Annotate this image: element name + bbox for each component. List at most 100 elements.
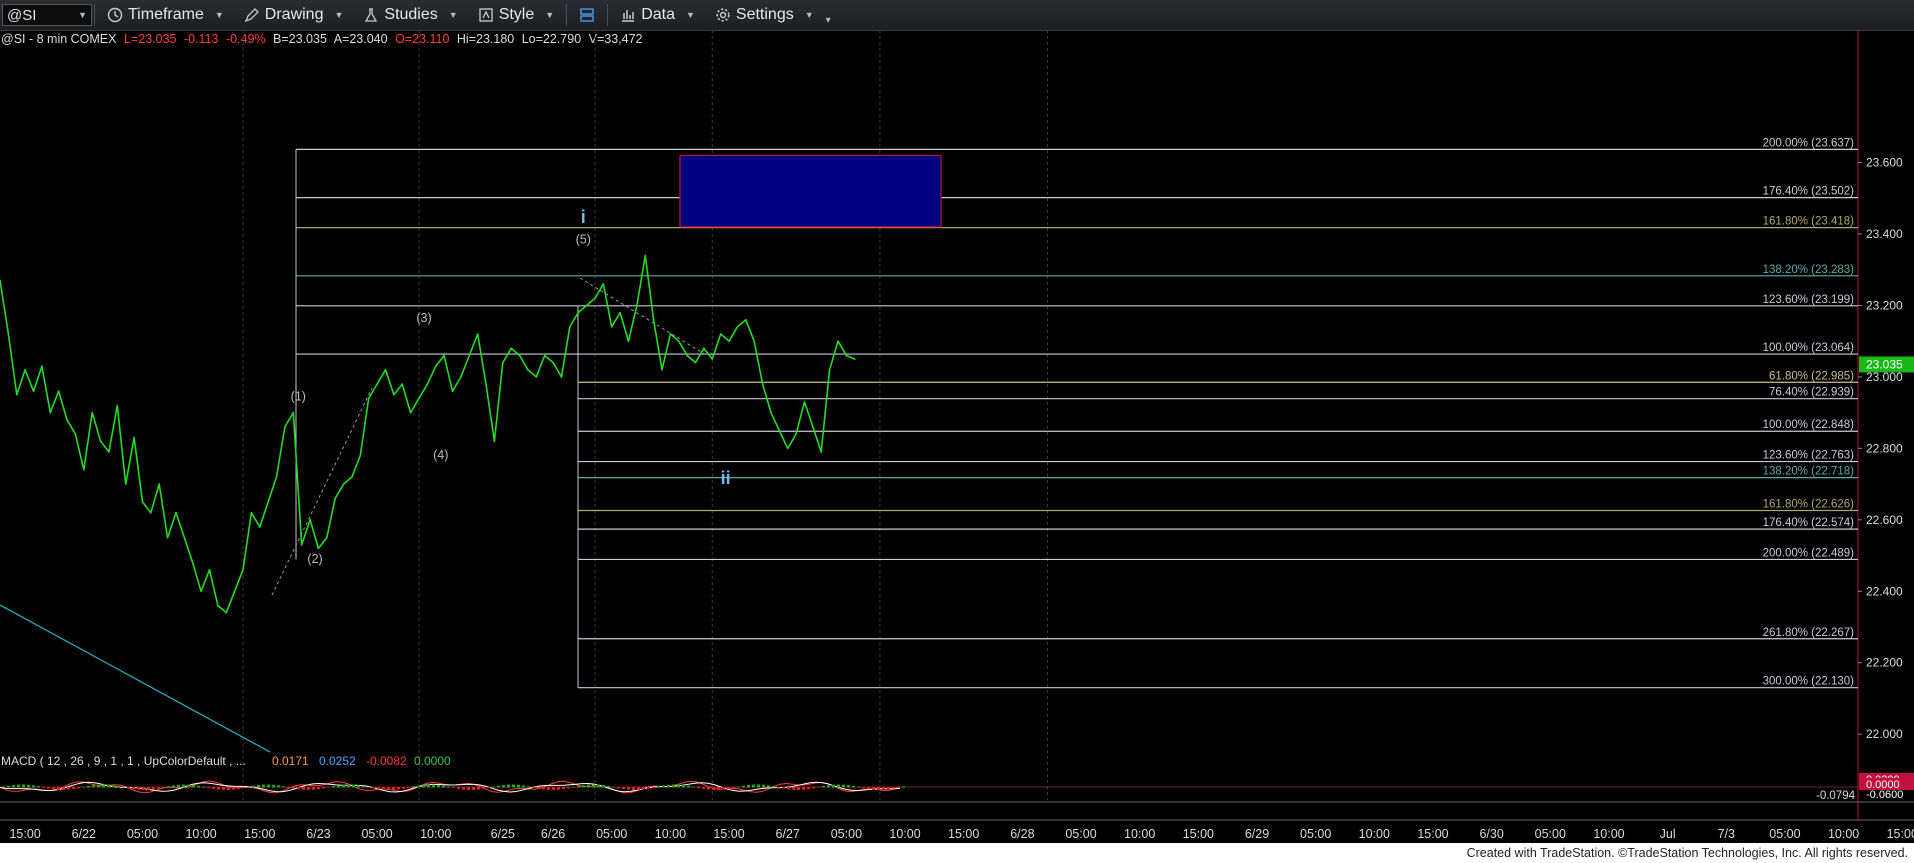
chart-grid <box>0 30 1914 821</box>
fib-level: 161.80% (23.418) <box>296 216 1858 229</box>
price-point <box>820 451 823 453</box>
price-point <box>158 483 161 485</box>
price-point <box>242 569 244 571</box>
macd-histogram-bar <box>487 787 490 789</box>
macd-value: 0.0252 <box>319 754 356 768</box>
macd-histogram-bar <box>522 785 525 788</box>
macd-histogram-bar <box>657 786 660 788</box>
fib-level-label: 100.00% (22.848) <box>1763 419 1855 431</box>
price-point <box>535 376 538 378</box>
price-point <box>367 397 370 400</box>
channel-line-dashed[interactable] <box>579 277 707 356</box>
macd-histogram-bar <box>372 787 375 789</box>
symbol-selector[interactable]: @SI ▼ <box>2 4 92 26</box>
price-point <box>828 368 831 371</box>
price-point <box>57 390 60 393</box>
macd-histogram-bar <box>532 787 535 788</box>
price-point <box>334 497 337 500</box>
time-axis[interactable]: 15:00 6/22 05:00 10:00 15:00 6/23 05:00 10:00 6/… <box>9 827 1914 841</box>
fib-target-box[interactable] <box>679 154 942 228</box>
macd-histogram-bar <box>812 787 815 789</box>
macd-histogram-bar <box>337 785 340 788</box>
macd-histogram-bar <box>252 785 255 788</box>
macd-histogram-bar <box>212 787 215 789</box>
macd-histogram-bar <box>412 786 415 788</box>
price-point <box>644 254 647 257</box>
macd-histogram-bar <box>162 787 165 788</box>
fib-level: 138.20% (22.718) <box>578 466 1858 479</box>
x-tick-label: Jul <box>1660 827 1676 841</box>
price-axis[interactable]: 22.00022.20022.40022.60022.80023.00023.2… <box>1858 156 1914 742</box>
price-point <box>619 311 621 314</box>
fib-level-label: 138.20% (23.283) <box>1763 264 1855 276</box>
settings-button[interactable]: Settings ▼ <box>705 2 824 28</box>
price-point <box>845 354 848 357</box>
price-point <box>652 318 655 321</box>
studies-button[interactable]: Studies ▼ <box>353 2 467 28</box>
macd-histogram-bar <box>207 787 210 789</box>
style-button[interactable]: Style ▼ <box>468 2 565 28</box>
wave-label: (2) <box>307 552 322 566</box>
macd-histogram-bar <box>472 787 475 790</box>
fib-level-label: 200.00% (23.637) <box>1763 137 1855 149</box>
current-price-label: 23.035 <box>1866 357 1903 371</box>
price-point <box>292 411 295 414</box>
macd-histogram-bar <box>502 785 505 788</box>
macd-histogram-bar <box>27 784 30 788</box>
fib-level-label: 76.40% (22.939) <box>1769 387 1854 399</box>
price-point <box>510 347 512 350</box>
macd-histogram-bar <box>662 785 665 788</box>
macd-histogram-bar <box>197 785 200 788</box>
price-point <box>351 476 353 478</box>
macd-panel[interactable]: MACD ( 12 , 26 , 9 , 1 , 1 , UpColorDefa… <box>0 754 1914 802</box>
macd-histogram-bar <box>497 785 500 788</box>
macd-histogram-bar <box>437 784 440 788</box>
x-tick-label: 05:00 <box>361 827 392 841</box>
timeframe-button[interactable]: Timeframe ▼ <box>97 2 234 28</box>
macd-histogram-bar <box>782 787 785 789</box>
x-tick-label: 10:00 <box>1124 827 1155 841</box>
drawing-button[interactable]: Drawing ▼ <box>234 2 354 28</box>
macd-histogram-bar <box>427 784 430 788</box>
data-button[interactable]: Data ▼ <box>610 2 705 28</box>
macd-histogram-bar <box>742 785 745 788</box>
layout-button[interactable] <box>569 2 605 28</box>
x-tick-label: 15:00 <box>9 827 40 841</box>
layout-icon <box>580 8 594 22</box>
macd-histogram-bar <box>492 786 495 788</box>
price-point <box>518 354 521 357</box>
y-tick-label: 22.400 <box>1866 584 1903 598</box>
macd-histogram-bar <box>37 786 40 788</box>
macd-histogram-bar <box>892 787 895 789</box>
x-tick-label: 6/30 <box>1479 827 1503 841</box>
toolbar-divider <box>607 4 609 26</box>
macd-histogram-bar <box>602 785 605 788</box>
fib-level: 123.60% (23.199) <box>296 294 1858 307</box>
macd-histogram-bar <box>357 785 360 788</box>
x-tick-label: 10:00 <box>185 827 216 841</box>
price-point <box>24 368 26 371</box>
macd-histogram-bar <box>832 784 835 788</box>
trendline[interactable] <box>0 604 271 753</box>
macd-histogram-bar <box>257 785 260 788</box>
x-tick-label: 6/27 <box>776 827 800 841</box>
macd-histogram-bar <box>527 786 530 788</box>
toolbar-overflow-icon[interactable]: ▾ <box>826 15 831 26</box>
macd-histogram-bar <box>62 787 65 790</box>
macd-histogram-bar <box>247 786 250 788</box>
macd-histogram-bar <box>837 784 840 788</box>
price-point <box>91 411 93 414</box>
macd-histogram-bar <box>442 785 445 788</box>
macd-histogram-bar <box>417 785 420 788</box>
price-point <box>493 440 496 443</box>
price-point <box>393 393 395 396</box>
macd-histogram-bar <box>612 786 615 788</box>
x-tick-label: 05:00 <box>1065 827 1096 841</box>
macd-histogram-bar <box>147 787 150 790</box>
wave-label: (4) <box>433 448 448 462</box>
macd-histogram-bar <box>772 786 775 788</box>
y-tick-label: 22.600 <box>1866 513 1903 527</box>
price-point <box>376 383 378 385</box>
macd-histogram-bar <box>232 787 235 790</box>
price-chart[interactable]: 200.00% (23.637) 176.40% (23.502) 161.80% … <box>0 30 1914 843</box>
